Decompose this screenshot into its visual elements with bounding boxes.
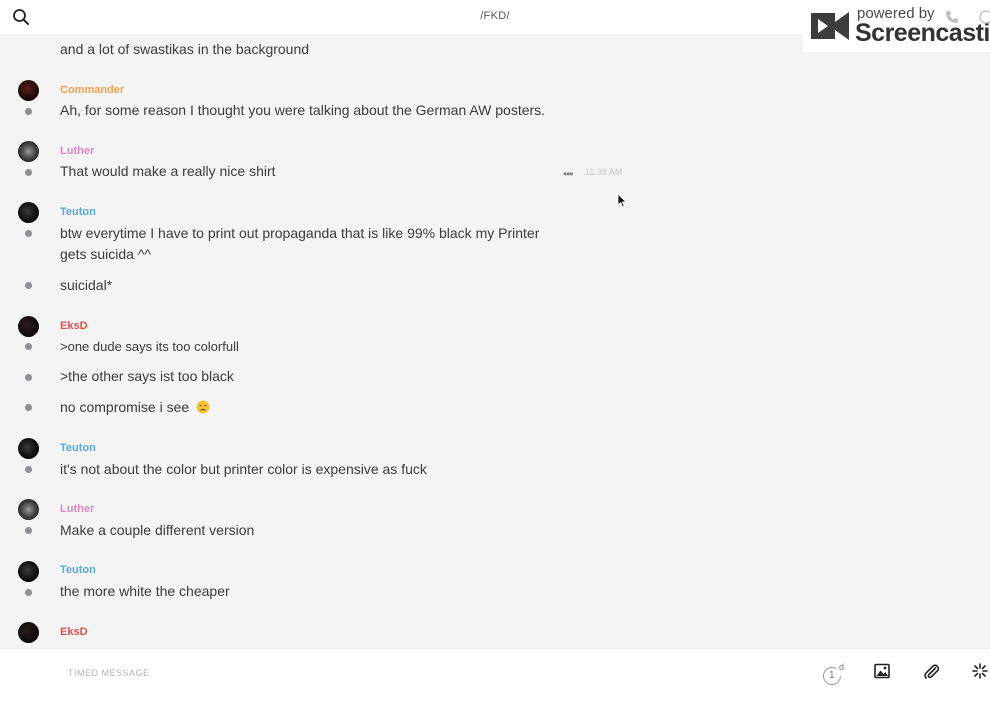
disappointed-emoji-icon [196,399,210,420]
message-options-icon[interactable]: ••• [563,167,574,181]
timer-unit: d [839,662,845,672]
message-status-dot [25,589,32,596]
message-status-dot [25,343,32,350]
watermark-brand-text: Screencastify [855,19,990,47]
message-text: >the other says ist too black [60,368,234,384]
message-status-dot [25,466,32,473]
message-status-dot [25,282,32,289]
message-list[interactable]: and a lot of swastikas in the background… [0,34,990,648]
avatar[interactable] [18,561,39,582]
avatar[interactable] [18,80,39,101]
message-status-dot [25,374,32,381]
message-status-dot [25,404,32,411]
message-text: suicidal* [60,277,113,293]
author-name[interactable]: EksD [60,626,88,638]
phone-icon [945,10,959,29]
info-icon [979,10,990,29]
message-text: Make a couple different version [60,522,255,538]
message-text: >one dude says its too colorfull [60,339,239,354]
message-text: it's not about the color but printer col… [60,461,427,477]
message-text: no compromise i see [60,399,190,415]
author-name[interactable]: Teuton [60,564,96,576]
message-text: gets suicida ^^ [60,246,151,262]
image-icon[interactable] [874,663,890,684]
message-text: btw everytime I have to print out propag… [60,225,540,241]
message-timestamp: 11:39 AM [585,167,623,177]
screencastify-logo-icon [809,8,853,49]
author-name[interactable]: Luther [60,145,94,157]
avatar[interactable] [18,622,39,643]
avatar[interactable] [18,316,39,337]
message-status-dot [25,527,32,534]
sparkle-icon[interactable] [972,663,988,684]
screencastify-watermark: powered by Screencastify [803,0,990,52]
message-text: That would make a really nice shirt [60,163,276,179]
message-status-dot [25,230,32,237]
avatar[interactable] [18,499,39,520]
author-name[interactable]: Teuton [60,206,96,218]
mouse-cursor-icon [617,193,627,213]
message-status-dot [25,108,32,115]
message-status-dot [25,169,32,176]
message-row: no compromise i see [60,397,210,420]
timer-button[interactable]: 1 d [822,662,846,691]
composer-bar: 1 d [0,648,990,701]
message-input[interactable] [66,667,630,679]
author-name[interactable]: EksD [60,320,88,332]
message-text: the more white the cheaper [60,583,230,599]
message-text: and a lot of swastikas in the background [60,41,310,57]
message-text: Ah, for some reason I thought you were t… [60,102,546,118]
paperclip-icon[interactable] [923,663,940,685]
author-name[interactable]: Commander [60,84,124,96]
avatar[interactable] [18,141,39,162]
avatar[interactable] [18,202,39,223]
avatar[interactable] [18,438,39,459]
author-name[interactable]: Teuton [60,442,96,454]
timer-value: 1 [829,670,835,681]
author-name[interactable]: Luther [60,503,94,515]
